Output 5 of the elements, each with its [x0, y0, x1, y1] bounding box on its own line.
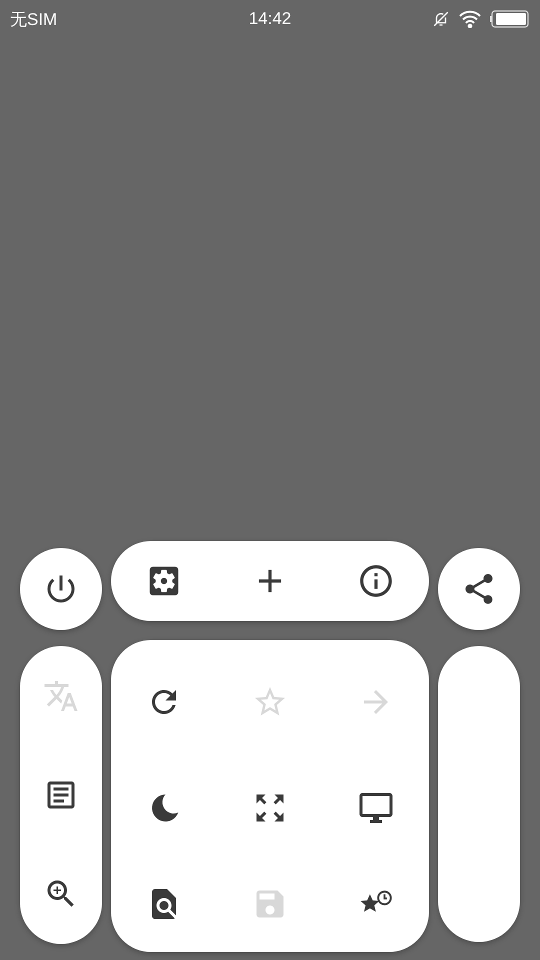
wifi-icon	[458, 10, 482, 28]
muted-bell-icon	[432, 10, 450, 28]
carrier-text: 无SIM	[10, 8, 58, 30]
clock-text: 14:42	[248, 9, 292, 29]
battery-icon	[490, 10, 530, 28]
